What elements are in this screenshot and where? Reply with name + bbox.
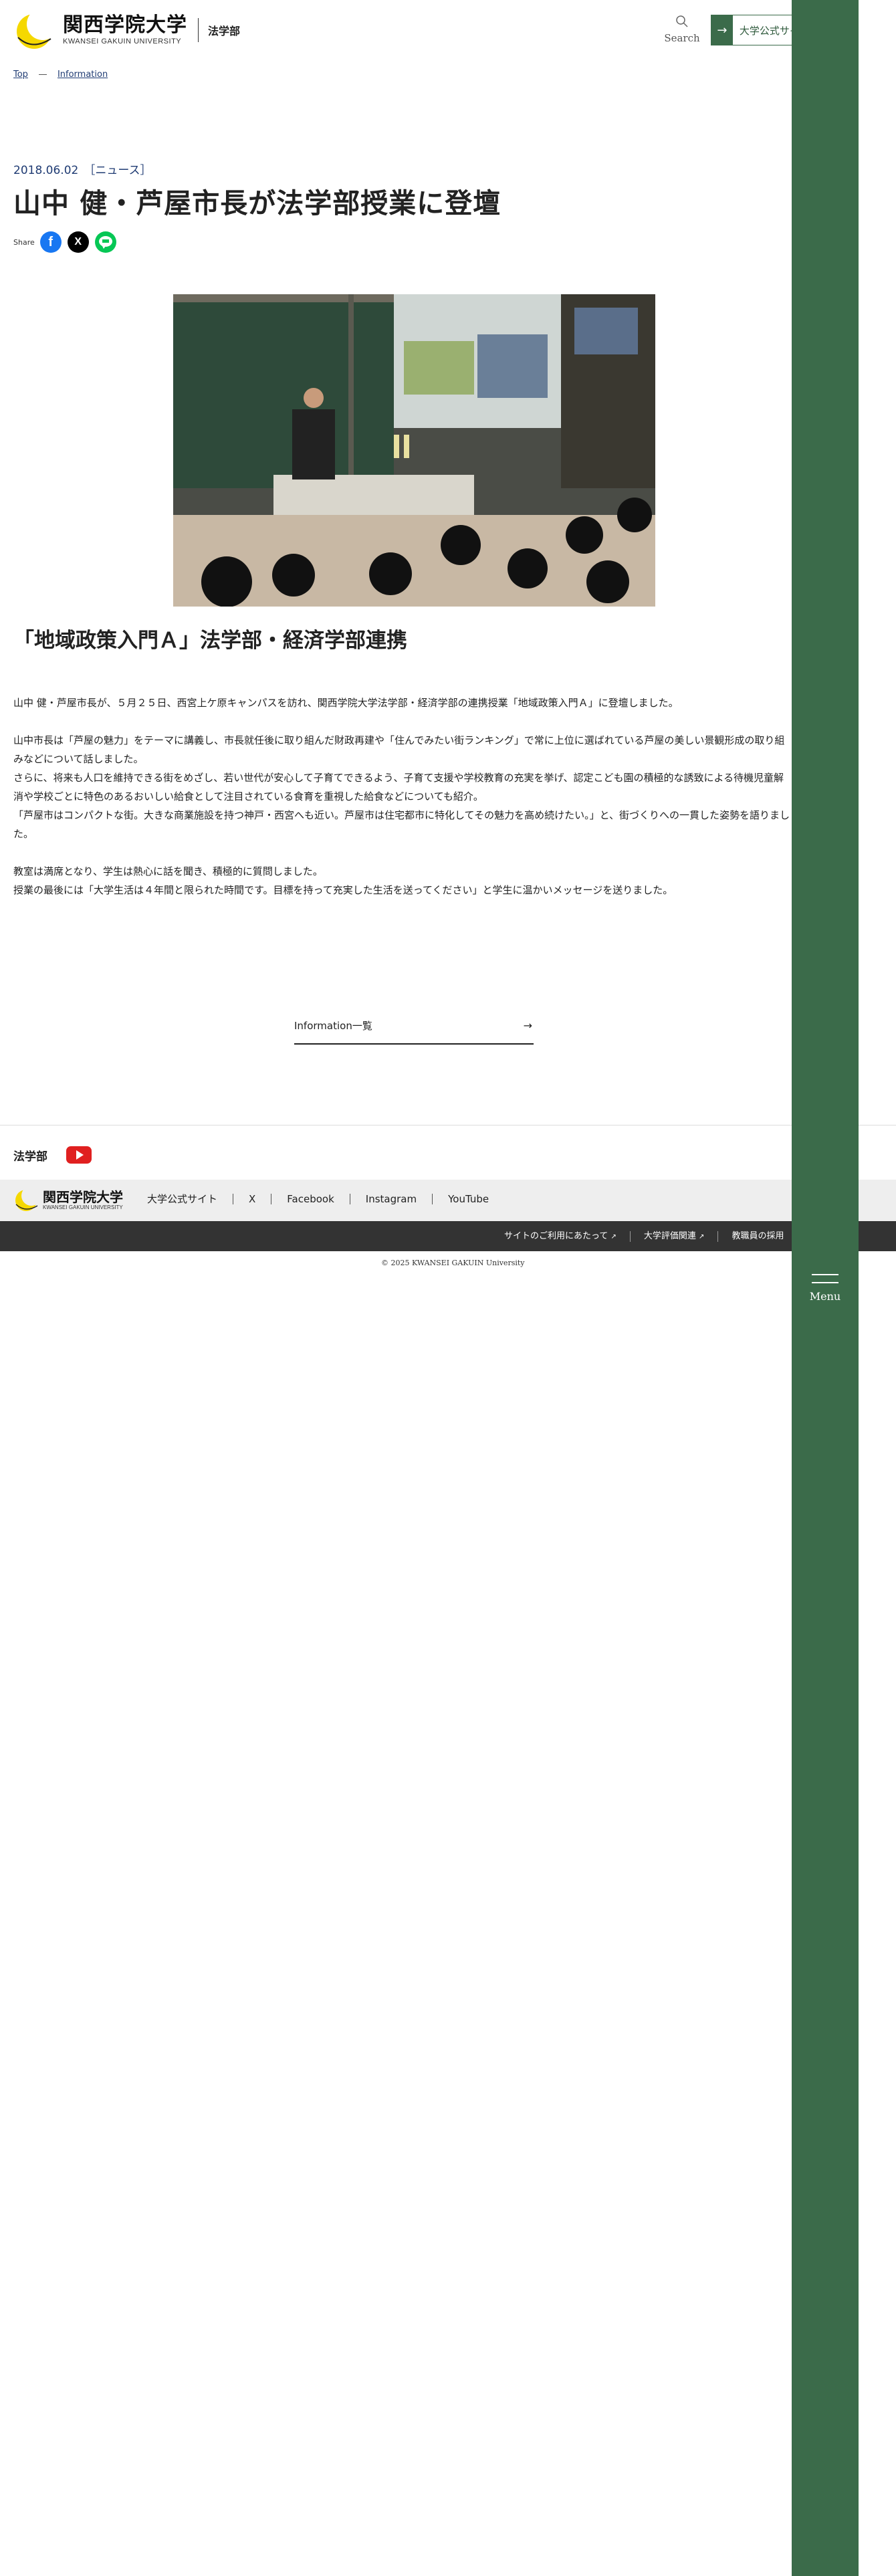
crescent-moon-logo-icon bbox=[17, 9, 59, 49]
footer-link-instagram[interactable]: Instagram bbox=[349, 1194, 432, 1204]
body-paragraph: 山中 健・芦屋市長が、５月２５日、西宮上ケ原キャンパスを訪れ、関西学院大学法学部… bbox=[13, 697, 679, 709]
arrow-right-icon: → bbox=[523, 1018, 532, 1032]
body-paragraph: 「芦屋市はコンパクトな街。大きな商業施設を持つ神戸・西宮へも近い。芦屋市は住宅都… bbox=[13, 809, 790, 840]
university-site-label: 大学公式サイト bbox=[739, 24, 798, 37]
footer-logo-link[interactable]: 関西学院大学 KWANSEI GAKUIN UNIVERSITY bbox=[12, 1186, 123, 1213]
body-paragraph: 山中市長は「芦屋の魅力」をテーマに講義し、市長就任後に取り組んだ財政再建や「住ん… bbox=[13, 734, 785, 765]
footer-link-university[interactable]: 大学公式サイト bbox=[137, 1194, 233, 1204]
page-title: 山中 健・芦屋市長が法学部授業に登壇 bbox=[13, 187, 501, 219]
footer-link-x[interactable]: X bbox=[233, 1194, 271, 1204]
share-label: Share bbox=[13, 237, 35, 247]
search-button[interactable]: Search bbox=[662, 15, 702, 44]
menu-label: Menu bbox=[809, 1290, 841, 1303]
crescent-moon-logo-icon bbox=[15, 1186, 41, 1211]
footer-logo-japanese: 関西学院大学 bbox=[43, 1188, 123, 1205]
breadcrumb-top[interactable]: Top bbox=[13, 70, 28, 80]
footer-link-facebook[interactable]: Facebook bbox=[271, 1194, 349, 1204]
share-bar: Share f X bbox=[13, 231, 122, 253]
article-date: 2018.06.02 bbox=[13, 164, 79, 177]
footer-links: 大学公式サイト X Facebook Instagram YouTube bbox=[137, 1194, 504, 1204]
site-header: 関西学院大学 KWANSEI GAKUIN UNIVERSITY 法学部 Sea… bbox=[0, 0, 896, 60]
hamburger-icon-line bbox=[812, 1282, 838, 1283]
information-list-link[interactable]: Information一覧 → bbox=[294, 1007, 534, 1045]
legal-link-evaluation[interactable]: 大学評価関連 ↗ bbox=[629, 1231, 718, 1242]
search-icon bbox=[676, 15, 688, 27]
facebook-icon[interactable]: f bbox=[39, 231, 62, 253]
x-icon[interactable]: X bbox=[67, 231, 89, 253]
external-link-icon: ↗ bbox=[699, 1233, 705, 1241]
line-icon[interactable] bbox=[94, 231, 116, 253]
logo-divider bbox=[198, 18, 199, 42]
side-menu-bar: Menu bbox=[792, 0, 859, 2576]
footer-link-youtube[interactable]: YouTube bbox=[432, 1194, 504, 1204]
legal-links: サイトのご利用にあたって ↗ 大学評価関連 ↗ 教職員の採用 bbox=[504, 1231, 797, 1242]
breadcrumb-separator bbox=[38, 74, 47, 75]
search-label: Search bbox=[664, 32, 700, 44]
information-list-label: Information一覧 bbox=[294, 1019, 372, 1032]
footer-logo-english: KWANSEI GAKUIN UNIVERSITY bbox=[43, 1204, 123, 1210]
article-subtitle: 「地域政策入門Ａ」法学部・経済学部連携 bbox=[13, 629, 407, 653]
logo-japanese: 関西学院大学 bbox=[63, 13, 187, 37]
legal-link-recruit[interactable]: 教職員の採用 bbox=[717, 1231, 797, 1242]
legal-link-terms[interactable]: サイトのご利用にあたって ↗ bbox=[504, 1231, 630, 1242]
external-link-icon: ↗ bbox=[610, 1233, 617, 1241]
line-bubble-icon bbox=[98, 236, 112, 249]
hamburger-icon-line bbox=[812, 1274, 838, 1275]
footer-links-band: 関西学院大学 KWANSEI GAKUIN UNIVERSITY 大学公式サイト… bbox=[0, 1180, 896, 1221]
article-category[interactable]: ［ニュース］ bbox=[84, 164, 151, 177]
body-paragraph: さらに、将来も人口を維持できる街をめざし、若い世代が安心して子育てできるよう、子… bbox=[13, 772, 784, 802]
lecture-photo bbox=[173, 294, 655, 607]
breadcrumb-information[interactable]: Information bbox=[58, 70, 108, 80]
university-site-button[interactable]: → 大学公式サイト bbox=[711, 15, 799, 45]
body-paragraph: 教室は満席となり、学生は熱心に話を聞き、積極的に質問しました。 bbox=[13, 865, 323, 877]
legal-link-terms-label: サイトのご利用にあたって bbox=[504, 1231, 608, 1241]
copyright-text: © 2025 KWANSEI GAKUIN University bbox=[381, 1259, 525, 1267]
arrow-right-icon: → bbox=[711, 15, 733, 45]
logo-english: KWANSEI GAKUIN UNIVERSITY bbox=[63, 37, 182, 45]
body-paragraph: 授業の最後には「大学生活は４年間と限られた時間です。目標を持って充実した生活を送… bbox=[13, 884, 673, 896]
article-body: 山中 健・芦屋市長が、５月２５日、西宮上ケ原キャンパスを訪れ、関西学院大学法学部… bbox=[13, 693, 792, 899]
footer-department-name: 法学部 bbox=[13, 1150, 47, 1164]
breadcrumb: Top Information bbox=[13, 70, 108, 80]
article-meta: 2018.06.02 ［ニュース］ bbox=[13, 160, 152, 177]
youtube-icon[interactable] bbox=[66, 1146, 92, 1164]
menu-button[interactable]: Menu bbox=[792, 1274, 859, 1303]
site-logo-link[interactable]: 関西学院大学 KWANSEI GAKUIN UNIVERSITY 法学部 bbox=[12, 9, 240, 51]
legal-links-band: サイトのご利用にあたって ↗ 大学評価関連 ↗ 教職員の採用 bbox=[0, 1221, 896, 1251]
legal-link-evaluation-label: 大学評価関連 bbox=[643, 1231, 696, 1241]
department-name: 法学部 bbox=[208, 25, 241, 37]
department-footer: 法学部 bbox=[13, 1146, 92, 1164]
